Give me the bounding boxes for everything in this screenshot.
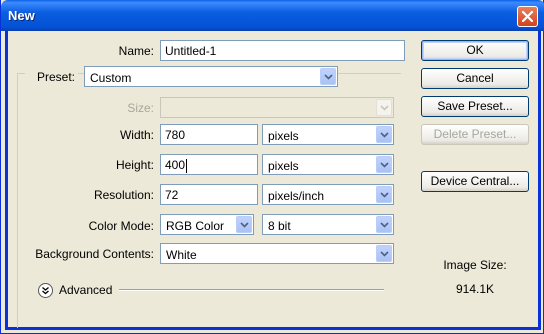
width-unit-select[interactable]: pixels [262,124,394,145]
height-label: Height: [115,158,154,172]
dialog-title: New [8,8,35,23]
bit-depth-select[interactable]: 8 bit [262,214,394,235]
advanced-label[interactable]: Advanced [59,283,112,297]
image-size-value: 914.1K [455,282,495,296]
bit-depth-value: 8 bit [268,219,291,233]
close-button[interactable] [517,6,538,27]
image-size-label: Image Size: [443,258,507,272]
color-mode-label: Color Mode: [88,219,154,233]
size-label: Size: [127,101,154,115]
chevron-down-icon[interactable] [320,68,336,85]
resolution-field[interactable]: 72 [160,184,258,205]
save-preset-button[interactable]: Save Preset... [421,96,529,117]
chevron-down-icon[interactable] [376,126,392,143]
device-central-button[interactable]: Device Central... [421,171,529,192]
color-mode-select[interactable]: RGB Color [160,214,254,235]
advanced-divider [119,289,384,291]
height-value: 400 [165,158,186,172]
background-label: Background Contents: [35,247,154,261]
name-label: Name: [118,44,154,58]
chevron-down-icon[interactable] [376,216,392,233]
width-field[interactable]: 780 [160,124,258,145]
delete-preset-button[interactable]: Delete Preset... [421,124,529,145]
resolution-label: Resolution: [93,188,154,202]
size-select[interactable] [160,97,394,118]
color-mode-value: RGB Color [166,219,225,233]
chevron-down-icon[interactable] [376,99,392,116]
title-bar[interactable]: New [1,0,544,31]
double-chevron-down-icon [42,287,49,295]
preset-value: Custom [90,71,132,85]
background-select[interactable]: White [160,243,394,264]
preset-label: Preset: [25,70,78,84]
chevron-down-icon[interactable] [376,245,392,262]
close-icon [522,11,533,22]
chevron-down-icon[interactable] [236,216,252,233]
height-unit-select[interactable]: pixels [262,154,394,175]
resolution-unit-value: pixels/inch [268,189,325,203]
background-value: White [166,248,197,262]
advanced-toggle[interactable] [38,283,53,298]
ok-button[interactable]: OK [421,40,529,61]
new-document-dialog: New Name: Untitled-1 Preset: Custom Size… [0,0,544,334]
name-field[interactable]: Untitled-1 [160,40,405,61]
cancel-button[interactable]: Cancel [421,68,529,89]
chevron-down-icon[interactable] [376,156,392,173]
width-unit-value: pixels [268,129,299,143]
text-cursor [186,158,188,173]
width-label: Width: [119,128,154,142]
height-field[interactable]: 400 [160,154,258,175]
preset-select[interactable]: Custom [84,66,338,87]
height-unit-value: pixels [268,159,299,173]
chevron-down-icon[interactable] [376,186,392,203]
resolution-unit-select[interactable]: pixels/inch [262,184,394,205]
